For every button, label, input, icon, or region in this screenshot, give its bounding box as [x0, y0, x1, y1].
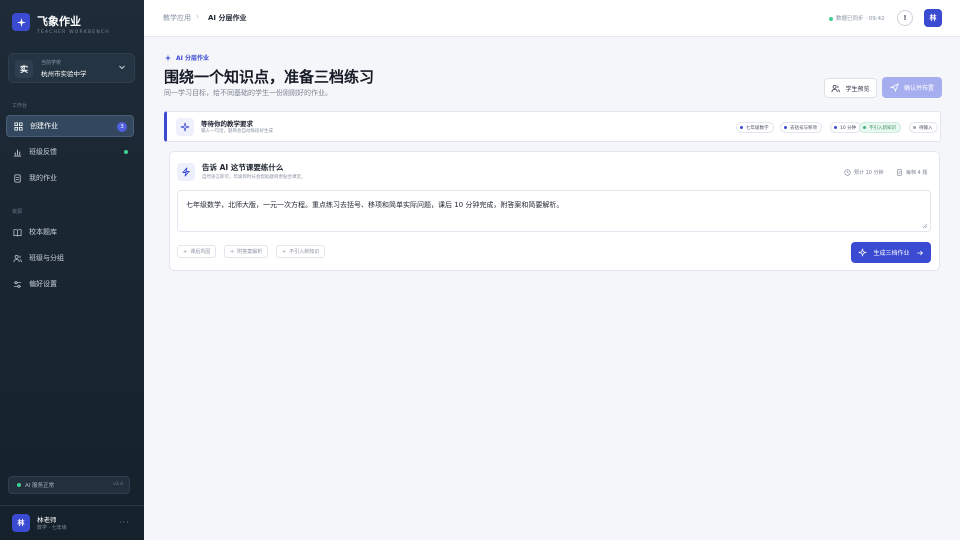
plus-icon: +	[282, 248, 287, 255]
sparkle-icon	[859, 248, 867, 257]
waiting-banner: 等待你的教学要求 输入一句话，题目会自动每段好生成 七年级数学 去括号与移项 1…	[164, 111, 941, 142]
sidebar-item-create[interactable]: 创建作业 3	[6, 115, 134, 137]
document-icon	[897, 169, 902, 176]
clock-icon	[844, 169, 851, 176]
status-dot	[17, 483, 21, 487]
page-title: 围绕一个知识点，准备三档练习	[164, 68, 375, 86]
new-indicator-dot	[124, 150, 128, 154]
header-avatar[interactable]: 林	[924, 9, 942, 27]
prompt-composer: 告诉 AI 这节课要练什么 自然语言即可，年级和时长会帮助题目更贴合课堂。 预计…	[169, 151, 940, 271]
estimate-text: 预计 10 分钟	[854, 170, 884, 176]
bar-chart-icon	[13, 149, 22, 157]
option-after-class[interactable]: + 课后巩固	[177, 245, 217, 258]
option-with-answers[interactable]: + 附答案解析	[224, 245, 269, 258]
chip-topic: 去括号与移项	[780, 122, 822, 133]
chip-no-new-knowledge: 不引入新知识	[859, 122, 901, 133]
option-label: 附答案解析	[237, 249, 263, 255]
school-avatar: 实	[15, 60, 33, 78]
alert-icon[interactable]: !	[897, 10, 913, 26]
count-text: 每档 4 题	[906, 170, 928, 176]
sidebar-item-preferences[interactable]: 偏好设置	[6, 273, 134, 295]
lightning-icon	[177, 163, 195, 181]
school-switcher[interactable]: 实 当前学校 杭州市实验中学	[8, 53, 135, 83]
user-role: 数学 · 七年级	[37, 525, 67, 531]
sidebar-item-feedback[interactable]: 班级反馈	[6, 141, 134, 163]
chip-label: 不引入新知识	[869, 125, 896, 131]
section-workbench: 工作台	[12, 103, 28, 109]
confirm-publish-button[interactable]: 确认并布置	[882, 77, 942, 98]
question-count: 每档 4 题	[896, 169, 927, 176]
grid-icon	[14, 121, 23, 131]
document-icon	[14, 173, 21, 183]
version-label: v2.4	[113, 482, 123, 487]
divider	[0, 505, 144, 506]
user-avatar[interactable]: 林	[12, 514, 30, 532]
sidebar-item-label: 校本题库	[29, 228, 57, 236]
option-no-new-knowledge[interactable]: + 不引入新知识	[276, 245, 326, 258]
breadcrumb-current: AI 分层作业	[208, 14, 247, 22]
book-icon	[13, 228, 22, 237]
sidebar: 飞象作业 TEACHER WORKBENCH 实 当前学校 杭州市实验中学 工作…	[0, 0, 144, 540]
sidebar-item-label: 偏好设置	[29, 280, 57, 288]
sidebar-item-classes[interactable]: 班级与分组	[6, 247, 134, 269]
more-icon[interactable]: ···	[119, 518, 130, 527]
sliders-icon	[13, 280, 22, 288]
sidebar-item-label: 我的作业	[29, 174, 57, 182]
chip-label: 10 分钟	[840, 125, 857, 131]
school-label: 当前学校	[41, 60, 62, 66]
breadcrumb-separator-icon: ›	[196, 12, 200, 21]
page-eyebrow: AI 分层作业	[164, 53, 209, 62]
student-preview-button[interactable]: 学生预览	[824, 78, 877, 98]
option-label: 课后巩固	[190, 249, 211, 255]
composer-desc: 自然语言即可，年级和时长会帮助题目更贴合课堂。	[202, 175, 306, 180]
prompt-text: 七年级数学，北师大版，一元一次方程。重点练习去括号、移项和简单实际问题，课后 1…	[186, 201, 564, 209]
sparkle-logo-icon	[12, 13, 30, 31]
button-label: 确认并布置	[903, 85, 934, 92]
generate-button[interactable]: 生成三档作业	[851, 242, 931, 263]
ai-status: AI 服务正常 v2.4	[8, 476, 130, 494]
option-label: 不引入新知识	[289, 249, 320, 255]
chip-pending: 待输入	[909, 122, 938, 133]
send-icon	[889, 83, 899, 92]
chevron-down-icon	[119, 65, 125, 70]
composer-title: 告诉 AI 这节课要练什么	[202, 163, 284, 172]
button-label: 学生预览	[845, 85, 870, 93]
app-title: 飞象作业	[37, 15, 81, 28]
eyebrow-text: AI 分层作业	[176, 55, 209, 62]
users-icon	[13, 254, 22, 262]
sidebar-item-my-homework[interactable]: 我的作业	[6, 167, 134, 189]
chip-grade: 七年级数学	[736, 122, 774, 133]
count-badge: 3	[117, 122, 127, 132]
page-subtitle: 同一学习目标，给不同基础的学生一份刚刚好的作业。	[164, 89, 332, 97]
waiting-desc: 输入一句话，题目会自动每段好生成	[201, 129, 273, 134]
chip-label: 去括号与移项	[790, 125, 817, 131]
users-icon	[832, 84, 841, 92]
chip-duration: 10 分钟	[830, 122, 862, 133]
sidebar-item-label: 创建作业	[30, 122, 58, 130]
sync-dot	[829, 17, 833, 21]
time-estimate: 预计 10 分钟	[844, 169, 884, 176]
resize-grip-icon[interactable]	[922, 223, 928, 229]
button-label: 生成三档作业	[873, 250, 910, 257]
sparkle-icon	[176, 118, 194, 136]
plus-icon: +	[230, 248, 235, 255]
section-resources: 资源	[12, 209, 23, 215]
user-name: 林老师	[37, 516, 57, 524]
school-name: 杭州市实验中学	[41, 70, 87, 78]
prompt-textarea[interactable]: 七年级数学，北师大版，一元一次方程。重点练习去括号、移项和简单实际问题，课后 1…	[177, 190, 931, 232]
sidebar-item-question-bank[interactable]: 校本题库	[6, 221, 134, 243]
plus-icon: +	[183, 248, 188, 255]
arrow-right-icon	[916, 250, 923, 255]
chip-label: 七年级数学	[746, 125, 769, 131]
app-subtitle: TEACHER WORKBENCH	[37, 30, 110, 35]
sync-status: 数据已同步 · 09:42	[836, 16, 885, 22]
breadcrumb-parent[interactable]: 教学应用	[163, 13, 191, 23]
chip-label: 待输入	[919, 125, 933, 131]
status-text: AI 服务正常	[25, 483, 55, 489]
top-bar: 教学应用 › AI 分层作业 数据已同步 · 09:42 ! 林	[144, 0, 960, 37]
waiting-title: 等待你的教学要求	[201, 120, 253, 128]
sidebar-item-label: 班级反馈	[29, 148, 57, 156]
sparkle-icon	[164, 54, 172, 61]
sidebar-item-label: 班级与分组	[29, 254, 64, 262]
